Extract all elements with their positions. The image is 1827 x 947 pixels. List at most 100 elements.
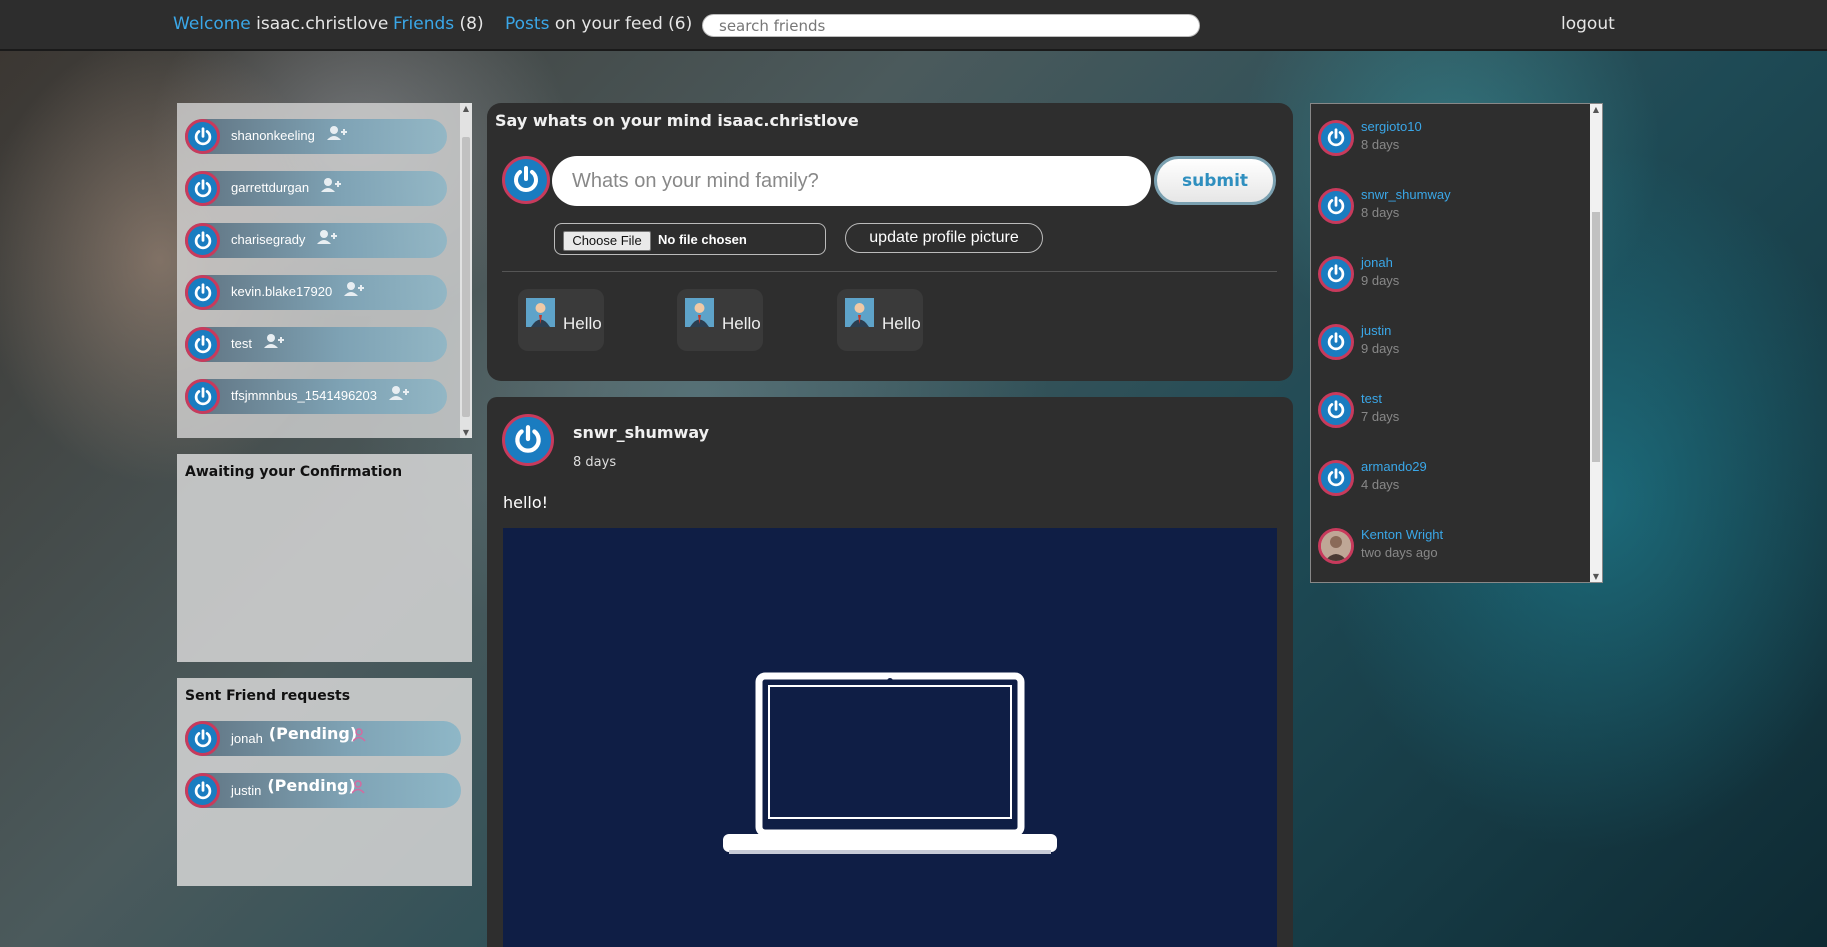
scroll-up-icon[interactable]: ▲ [460,104,472,113]
activity-item[interactable]: sergioto10 8 days [1318,116,1578,156]
power-avatar-icon[interactable] [502,414,554,466]
user-avatar-icon [526,298,555,327]
friend-item[interactable]: garrettdurgan [185,171,447,206]
logout-link[interactable]: logout [1561,14,1615,34]
activity-scrollbar[interactable]: ▲ ▼ [1590,104,1602,582]
friend-name: tfsjmmnbus_1541496203 [231,388,377,403]
friend-item[interactable]: kevin.blake17920 [185,275,447,310]
scroll-down-icon[interactable]: ▼ [460,428,472,437]
pending-status: (Pending) [267,776,356,795]
activity-name: sergioto10 [1361,119,1422,134]
activity-name: test [1361,391,1382,406]
user-avatar-icon [845,298,874,327]
power-avatar-icon [185,379,220,414]
friends-count: (8) [459,14,484,34]
sent-request-name: justin [231,783,262,798]
friend-name: test [231,336,252,351]
update-profile-picture-button[interactable]: update profile picture [845,223,1043,253]
awaiting-confirmation-panel: Awaiting your Confirmation [177,454,472,662]
add-friend-icon[interactable] [388,385,409,405]
posts-count: on your feed (6) [554,14,693,34]
friends-label: Friends [393,14,455,34]
activity-item[interactable]: Kenton Wright two days ago [1318,524,1578,564]
add-friend-icon[interactable] [317,229,338,249]
posts-label: Posts [505,14,550,34]
activity-item[interactable]: justin 9 days [1318,320,1578,360]
divider [502,271,1277,272]
sent-request-name: jonah [231,731,263,746]
activity-time: two days ago [1361,545,1438,560]
sent-request-item[interactable]: jonah (Pending) [185,721,461,756]
submit-button[interactable]: submit [1154,156,1276,205]
mind-input[interactable] [552,156,1151,206]
friend-name: garrettdurgan [231,180,310,195]
composer-title: Say whats on your mind isaac.christlove [495,111,859,130]
posts-link[interactable]: Posts on your feed (6) [505,14,692,34]
post-time: 8 days [573,455,617,470]
power-avatar-icon [185,171,220,206]
activity-panel: ▲ ▼ sergioto10 8 days snwr_shumway 8 days jo… [1310,103,1603,583]
welcome-label: Welcome [173,14,251,34]
power-avatar-icon [1318,392,1354,428]
scroll-thumb[interactable] [1592,212,1600,462]
activity-item[interactable]: armando29 4 days [1318,456,1578,496]
scroll-thumb[interactable] [462,137,470,417]
file-status: No file chosen [658,232,747,247]
activity-time: 7 days [1361,409,1400,424]
power-avatar-icon [185,223,220,258]
friends-scrollbar[interactable]: ▲ ▼ [460,103,472,438]
choose-file-button[interactable]: Choose File [563,231,651,251]
add-friend-icon[interactable] [321,177,342,197]
activity-time: 8 days [1361,137,1400,152]
add-friend-icon[interactable] [263,333,284,353]
activity-time: 9 days [1361,273,1400,288]
activity-item[interactable]: jonah 9 days [1318,252,1578,292]
power-avatar-icon [185,275,220,310]
add-friend-icon[interactable] [326,125,347,145]
power-avatar-icon [185,721,220,756]
user-avatar-icon [685,298,714,327]
friend-name: kevin.blake17920 [231,284,333,299]
welcome-link[interactable]: Welcome isaac.christlove [173,14,388,34]
activity-time: 4 days [1361,477,1400,492]
post-text: hello! [503,493,549,512]
pending-status: (Pending) [268,724,358,743]
friend-item[interactable]: tfsjmmnbus_1541496203 [185,379,447,414]
post-image [503,528,1277,947]
hello-card[interactable]: Hello [518,289,604,351]
username: isaac.christlove [256,14,389,34]
sent-request-item[interactable]: justin (Pending) [185,773,461,808]
activity-item[interactable]: snwr_shumway 8 days [1318,184,1578,224]
power-avatar-icon [185,119,220,154]
friend-item[interactable]: charisegrady [185,223,447,258]
power-avatar-icon [1318,324,1354,360]
post-author[interactable]: snwr_shumway [573,423,709,442]
power-avatar-icon [185,773,220,808]
search-input[interactable] [702,14,1200,37]
pending-user-icon[interactable] [352,727,369,746]
friends-list-panel: ▲ ▼ shanonkeeling garrettdurgan charisegra… [177,103,472,438]
friends-link[interactable]: Friends (8) [393,14,484,34]
pending-user-icon[interactable] [351,779,368,798]
hello-label: Hello [563,314,602,333]
hello-card[interactable]: Hello [677,289,763,351]
file-picker: Choose File No file chosen [554,223,826,255]
power-avatar-icon [1318,256,1354,292]
activity-name: armando29 [1361,459,1427,474]
activity-name: Kenton Wright [1361,527,1444,542]
power-avatar-icon [1318,120,1354,156]
activity-item[interactable]: test 7 days [1318,388,1578,428]
hello-card[interactable]: Hello [837,289,923,351]
add-friend-icon[interactable] [344,281,365,301]
friend-item[interactable]: shanonkeeling [185,119,447,154]
sent-requests-panel: Sent Friend requests jonah (Pending) justi… [177,678,472,886]
scroll-up-icon[interactable]: ▲ [1590,105,1602,114]
awaiting-title: Awaiting your Confirmation [185,464,403,480]
friend-name: charisegrady [231,232,306,247]
power-avatar-icon [185,327,220,362]
scroll-down-icon[interactable]: ▼ [1590,572,1602,581]
friend-item[interactable]: test [185,327,447,362]
sent-requests-title: Sent Friend requests [185,688,351,704]
laptop-icon [723,672,1057,854]
feed-post: snwr_shumway 8 days hello! [487,397,1293,947]
